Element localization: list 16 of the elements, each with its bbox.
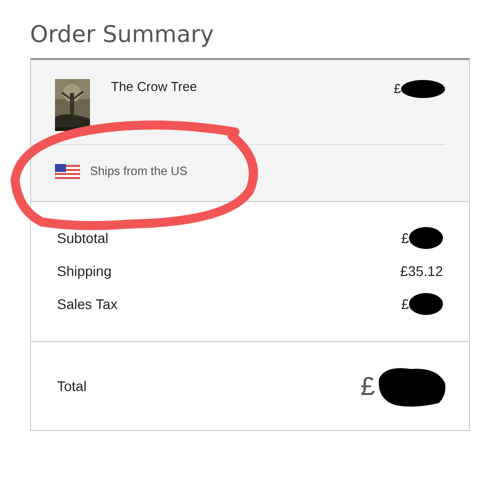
redaction-mark — [401, 80, 445, 98]
item-title: The Crow Tree — [111, 79, 197, 95]
summary-label: Subtotal — [57, 228, 108, 248]
flag-icon — [55, 164, 80, 178]
page-title: Order Summary — [30, 21, 214, 50]
redaction-mark — [409, 293, 443, 315]
summary-value: £ — [401, 294, 409, 314]
shipping-origin: Ships from the US — [90, 163, 188, 180]
summary-label: Shipping — [57, 262, 112, 281]
total-value: £ — [360, 370, 375, 402]
redaction-mark — [409, 227, 443, 249]
total-label: Total — [57, 376, 87, 396]
summary-value: £ — [401, 228, 409, 248]
summary-label: Sales Tax — [57, 294, 118, 314]
summary-value: £35.12 — [400, 262, 443, 280]
item-price: £ — [394, 80, 401, 98]
